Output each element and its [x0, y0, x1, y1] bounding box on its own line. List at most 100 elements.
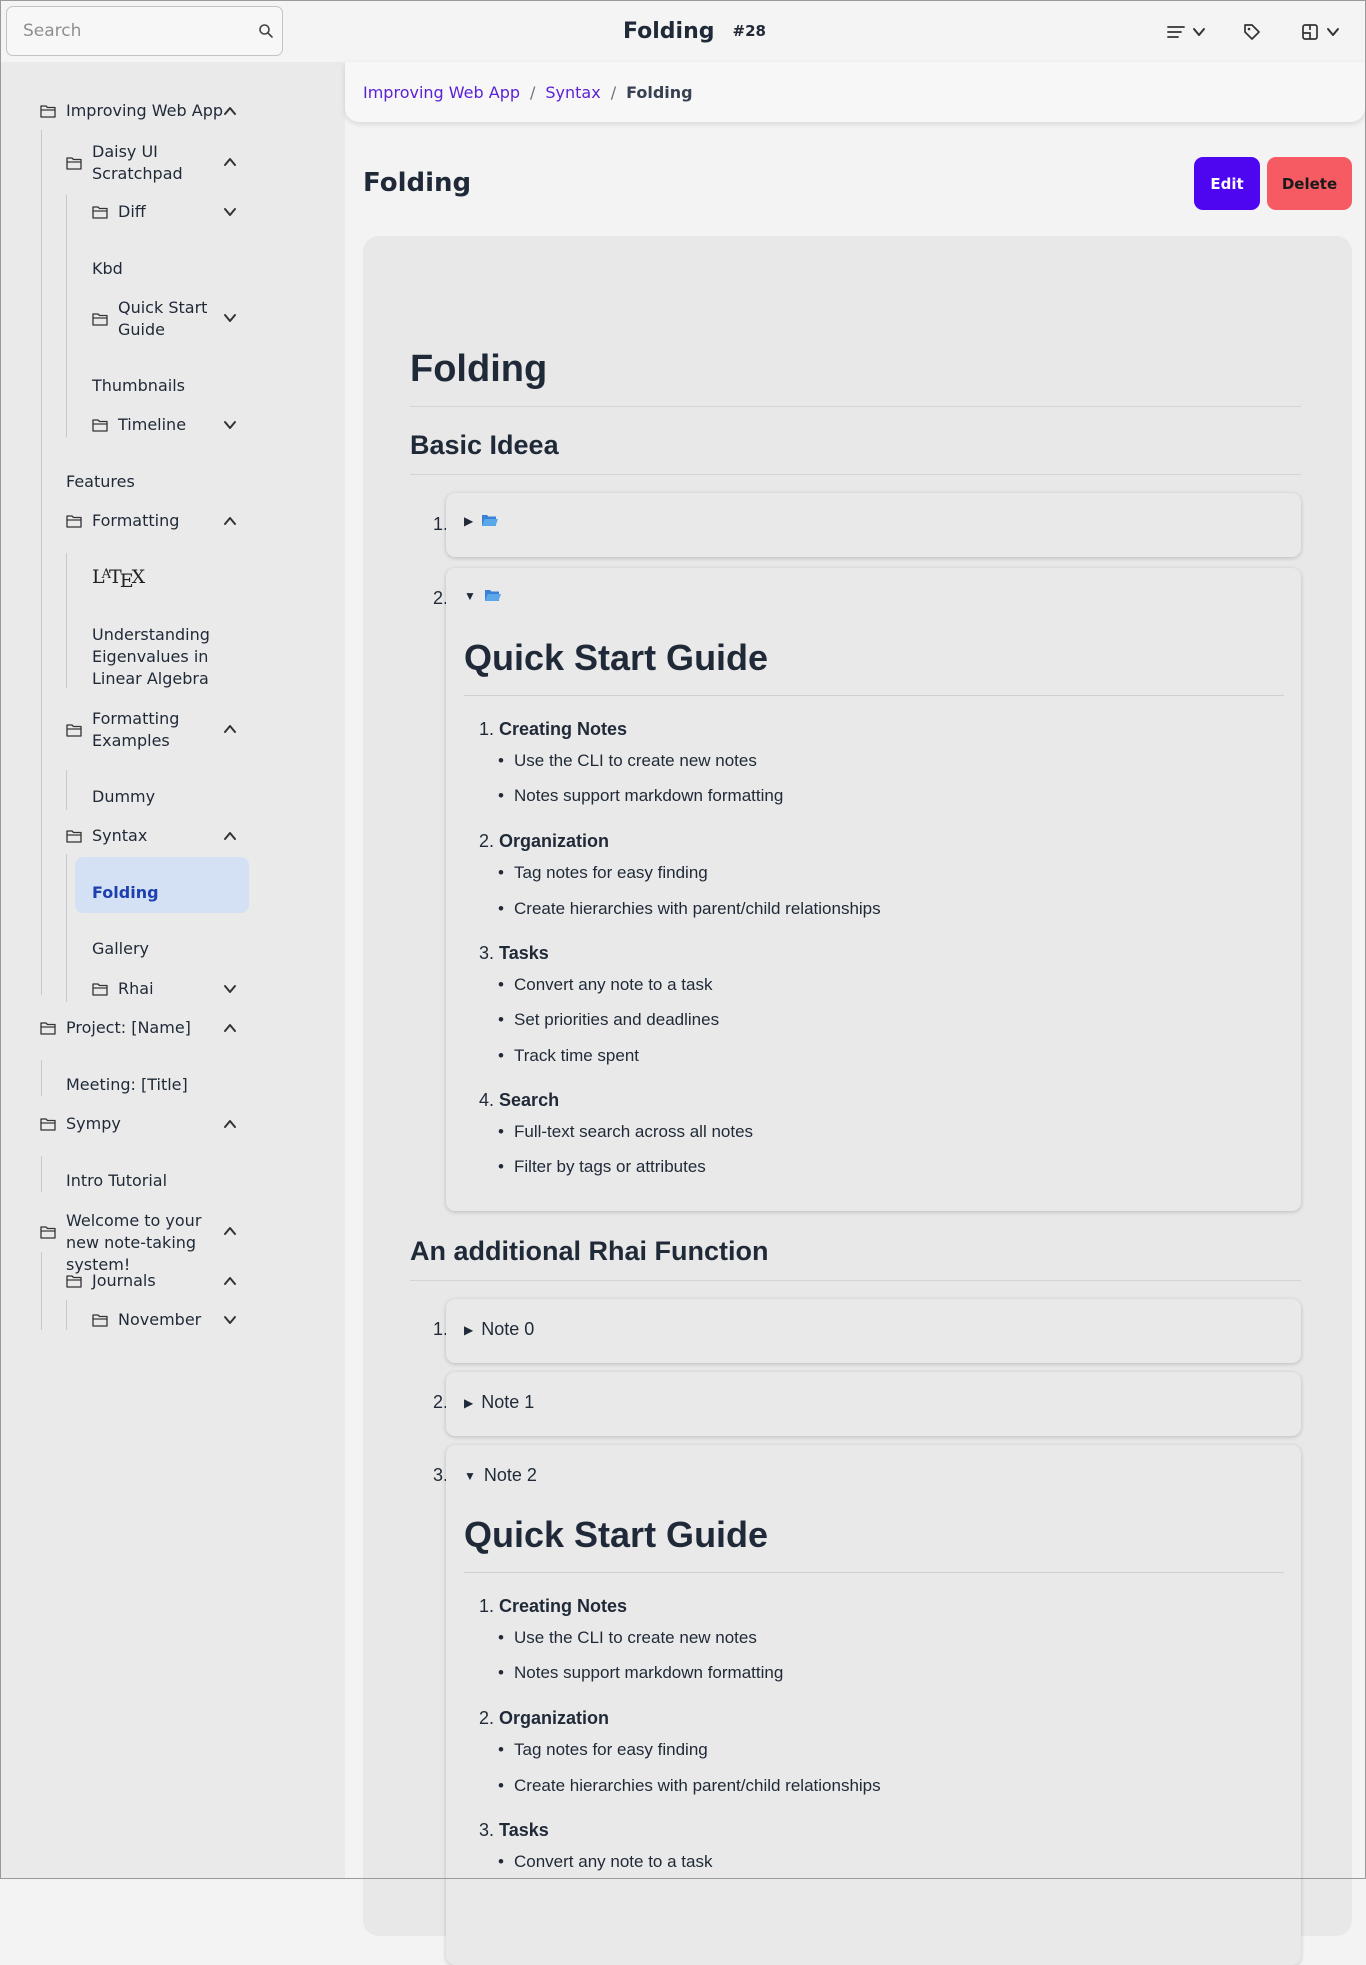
- bullet-item: Tag notes for easy finding: [498, 863, 708, 883]
- section-number: 3.: [479, 1820, 495, 1840]
- chevron-up-icon[interactable]: [222, 103, 238, 119]
- outline-menu-button[interactable]: [1166, 18, 1206, 46]
- sidebar-item-label: Understanding Eigenvalues in Linear Alge…: [92, 625, 210, 688]
- folder-icon: [92, 419, 108, 432]
- sidebar-item-latex[interactable]: LATEX: [0, 566, 345, 592]
- sidebar-item-intro-tutorial[interactable]: Intro Tutorial: [0, 1169, 345, 1193]
- guide-section: 4. Search: [479, 1090, 559, 1111]
- chevron-down-icon[interactable]: [222, 981, 238, 997]
- theme-button[interactable]: [1300, 18, 1340, 46]
- chevron-down-icon[interactable]: [222, 310, 238, 326]
- bullet-item: Convert any note to a task: [498, 1852, 712, 1872]
- chevron-up-icon[interactable]: [222, 513, 238, 529]
- sidebar-item-quick-start-guide[interactable]: Quick Start Guide: [0, 296, 345, 342]
- chevron-up-icon[interactable]: [222, 1020, 238, 1036]
- sidebar-item-understanding-eigenvalues[interactable]: Understanding Eigenvalues in Linear Alge…: [0, 624, 345, 692]
- sidebar-item-timeline[interactable]: Timeline: [0, 413, 345, 437]
- triangle-down-icon: ▼: [464, 588, 476, 603]
- triangle-down-icon: ▼: [464, 1468, 476, 1483]
- chevron-up-icon[interactable]: [222, 1116, 238, 1132]
- sidebar-tree: Improving Web App Daisy UI Scratchpad Di…: [0, 0, 345, 1879]
- bullet-item: Set priorities and deadlines: [498, 1010, 719, 1030]
- sidebar-item-features[interactable]: Features: [0, 470, 345, 494]
- sidebar-item-label: Sympy: [66, 1114, 121, 1133]
- sidebar-item-formatting[interactable]: Formatting: [0, 509, 345, 533]
- sidebar-item-improving-web-app[interactable]: Improving Web App: [0, 99, 345, 123]
- tags-button[interactable]: [1242, 18, 1262, 46]
- edit-button[interactable]: Edit: [1194, 157, 1260, 210]
- bullet-item: Convert any note to a task: [498, 975, 712, 995]
- sidebar-item-label: Improving Web App: [66, 101, 223, 120]
- fold-item-note-1: ▶ Note 1: [446, 1372, 1301, 1436]
- chevron-down-icon[interactable]: [222, 204, 238, 220]
- section-title: Organization: [499, 1708, 610, 1728]
- folder-icon: [92, 206, 108, 219]
- fold-item: ▼ Quick Start Guide 1. Creating Notes Us…: [446, 568, 1301, 1211]
- divider: [464, 1572, 1284, 1573]
- fold-summary-label: Note 0: [481, 1319, 535, 1339]
- section-title: Creating Notes: [499, 1596, 628, 1616]
- fold-summary[interactable]: ▶ Note 0: [464, 1319, 534, 1340]
- sidebar-item-label: Formatting Examples: [92, 709, 180, 750]
- chevron-up-icon[interactable]: [222, 828, 238, 844]
- sidebar-item-kbd[interactable]: Kbd: [0, 257, 345, 281]
- guide-section: 2. Organization: [479, 831, 609, 852]
- note-id-badge: #28: [732, 22, 766, 40]
- folder-icon: [92, 1314, 108, 1327]
- sidebar-item-journals[interactable]: Journals: [0, 1269, 345, 1293]
- chevron-up-icon[interactable]: [222, 1273, 238, 1289]
- sidebar-item-folding[interactable]: Folding: [0, 881, 345, 905]
- folder-icon: [40, 1226, 56, 1239]
- sidebar-item-welcome[interactable]: Welcome to your new note-taking system!: [0, 1209, 345, 1274]
- chevron-up-icon[interactable]: [222, 154, 238, 170]
- breadcrumb: Improving Web App / Syntax / Folding: [345, 62, 1365, 122]
- sidebar-item-diff[interactable]: Diff: [0, 200, 345, 224]
- chevron-up-icon[interactable]: [222, 721, 238, 737]
- chevron-down-icon[interactable]: [222, 417, 238, 433]
- sidebar-item-label: Rhai: [118, 979, 154, 998]
- note-content-card: Folding Basic Ideea 1. ▶ 2. ▼ Quick Star…: [363, 236, 1352, 1965]
- fold-summary[interactable]: ▶ Note 1: [464, 1392, 534, 1413]
- sidebar-item-daisy-ui-scratchpad[interactable]: Daisy UI Scratchpad: [0, 140, 345, 186]
- breadcrumb-link-syntax[interactable]: Syntax: [545, 83, 600, 103]
- delete-button[interactable]: Delete: [1267, 157, 1352, 210]
- guide-section: 1. Creating Notes: [479, 719, 627, 740]
- sidebar-item-november[interactable]: November: [0, 1308, 345, 1332]
- sidebar-item-gallery[interactable]: Gallery: [0, 937, 345, 961]
- fold-summary[interactable]: ▶: [464, 513, 499, 528]
- bullet-item: Full-text search across all notes: [498, 1122, 753, 1142]
- sidebar-item-label: November: [118, 1310, 202, 1329]
- sidebar-item-thumbnails[interactable]: Thumbnails: [0, 374, 345, 398]
- bullet-item: Create hierarchies with parent/child rel…: [498, 1776, 881, 1796]
- divider: [410, 406, 1301, 407]
- list-number: 2.: [432, 1392, 448, 1412]
- sidebar-item-label: Intro Tutorial: [66, 1171, 168, 1190]
- sidebar-item-rhai[interactable]: Rhai: [0, 977, 345, 1001]
- sidebar-item-dummy[interactable]: Dummy: [0, 785, 345, 809]
- folder-icon: [66, 515, 82, 528]
- fold-summary[interactable]: ▼: [464, 588, 502, 603]
- sidebar-item-label: Diff: [118, 202, 146, 221]
- sidebar-item-label: Timeline: [118, 415, 187, 434]
- breadcrumb-link-improving-web-app[interactable]: Improving Web App: [363, 83, 520, 103]
- sidebar-item-project[interactable]: Project: [Name]: [0, 1016, 345, 1040]
- note-title: Folding: [623, 18, 715, 44]
- page-title: Folding: [363, 168, 472, 198]
- chevron-up-icon[interactable]: [222, 1223, 238, 1239]
- sidebar-item-syntax[interactable]: Syntax: [0, 824, 345, 848]
- section-number: 1.: [479, 719, 495, 739]
- sidebar-item-label: Quick Start Guide: [118, 298, 208, 339]
- section-title: Search: [499, 1090, 560, 1110]
- section-title: Tasks: [499, 943, 549, 963]
- fold-summary[interactable]: ▼ Note 2: [464, 1465, 537, 1486]
- latex-logo: LATEX: [92, 566, 146, 592]
- chevron-down-icon[interactable]: [222, 1312, 238, 1328]
- section-heading-basic-ideea: Basic Ideea: [410, 430, 559, 460]
- sidebar-item-sympy[interactable]: Sympy: [0, 1112, 345, 1136]
- sidebar-item-label: Daisy UI Scratchpad: [92, 142, 183, 183]
- folder-icon: [66, 1275, 82, 1288]
- sidebar-item-formatting-examples[interactable]: Formatting Examples: [0, 707, 345, 753]
- sidebar-item-meeting[interactable]: Meeting: [Title]: [0, 1073, 345, 1097]
- guide-title: Quick Start Guide: [464, 1514, 769, 1555]
- section-number: 1.: [479, 1596, 495, 1616]
